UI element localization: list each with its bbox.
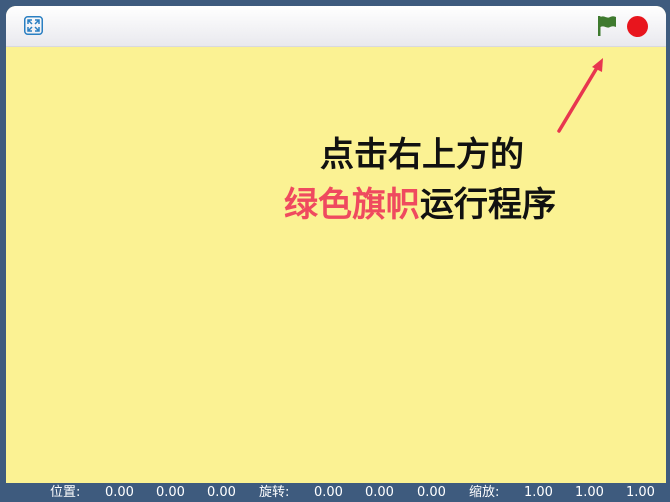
scale-x-value: 1.00 — [524, 485, 553, 500]
rotation-z-value: 0.00 — [417, 485, 446, 500]
rotation-x-value: 0.00 — [314, 485, 343, 500]
green-flag-button[interactable] — [596, 15, 618, 37]
hint-text-line2: 绿色旗帜运行程序 — [284, 185, 556, 225]
green-flag-icon — [598, 16, 616, 36]
stop-button[interactable] — [627, 16, 648, 37]
rotation-label: 旋转: — [259, 485, 290, 500]
stage-canvas[interactable]: 点击右上方的 绿色旗帜运行程序 — [6, 47, 666, 483]
scale-label: 缩放: — [469, 485, 500, 500]
scale-y-value: 1.00 — [575, 485, 604, 500]
position-z-value: 0.00 — [207, 485, 236, 500]
stage-toolbar — [6, 6, 666, 47]
fullscreen-icon[interactable] — [24, 16, 43, 35]
rotation-y-value: 0.00 — [365, 485, 394, 500]
app-frame: 点击右上方的 绿色旗帜运行程序 位置: 0.00 0.00 0.00 旋转: 0… — [0, 0, 670, 502]
hint-highlight-text: 绿色旗帜 — [284, 185, 420, 225]
status-bar: 位置: 0.00 0.00 0.00 旋转: 0.00 0.00 0.00 缩放… — [0, 483, 670, 502]
stage-window: 点击右上方的 绿色旗帜运行程序 — [6, 6, 666, 483]
position-label: 位置: — [50, 485, 81, 500]
position-x-value: 0.00 — [105, 485, 134, 500]
hint-text-line1: 点击右上方的 — [320, 135, 524, 175]
scale-z-value: 1.00 — [626, 485, 655, 500]
hint-text-rest: 运行程序 — [420, 185, 556, 225]
position-y-value: 0.00 — [156, 485, 185, 500]
